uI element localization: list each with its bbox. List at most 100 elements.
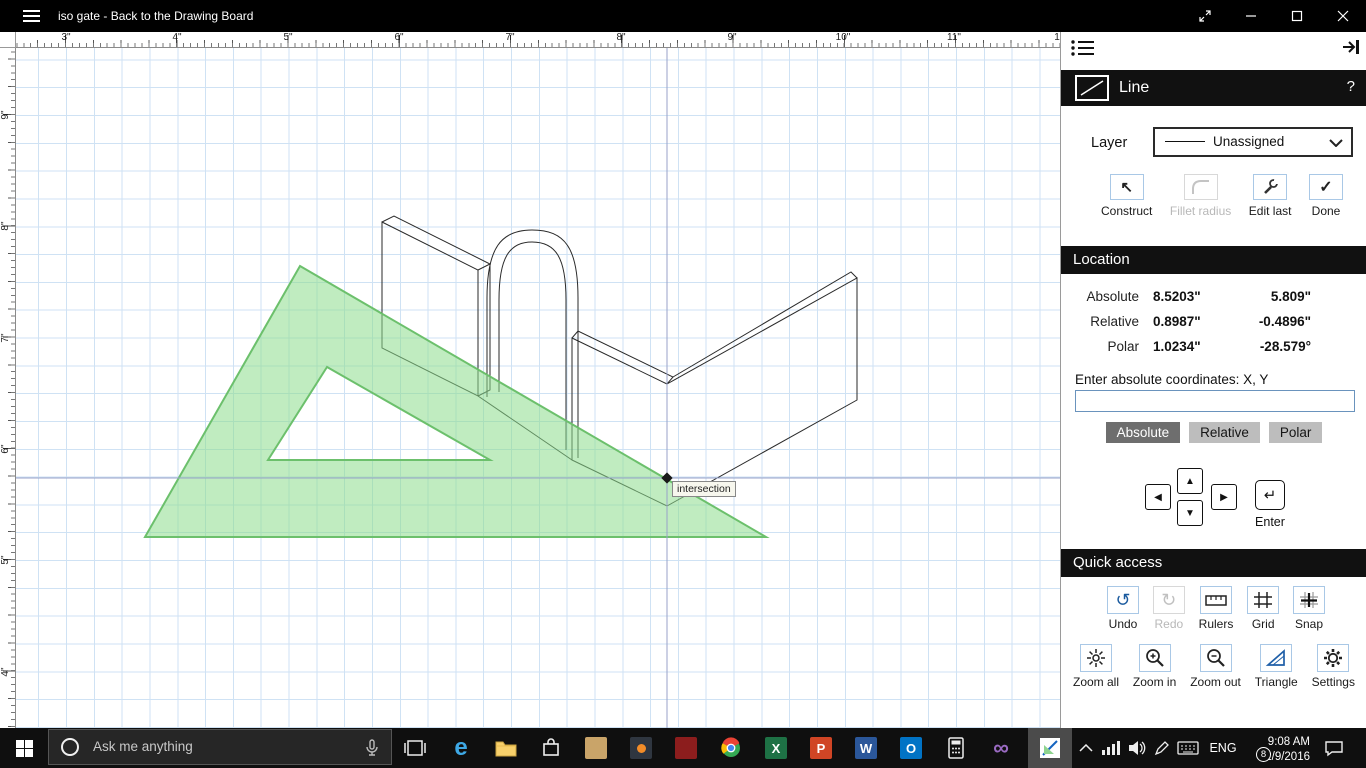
tray-overflow-button[interactable] <box>1074 732 1098 764</box>
enter-label: Enter <box>1247 515 1293 529</box>
nudge-down-button[interactable]: ▼ <box>1177 500 1203 526</box>
fullscreen-button[interactable] <box>1182 0 1228 32</box>
coordinate-mode-buttons: Absolute Relative Polar <box>1061 422 1366 443</box>
grid-icon <box>1252 590 1274 610</box>
nudge-right-button[interactable]: ▶ <box>1211 484 1237 510</box>
language-indicator[interactable]: ENG <box>1206 741 1240 755</box>
action-center-icon <box>1324 739 1344 757</box>
maximize-button[interactable] <box>1274 0 1320 32</box>
location-header: Location <box>1061 246 1366 274</box>
word-button[interactable]: W <box>850 732 882 764</box>
done-button[interactable]: ✓ Done <box>1309 174 1343 218</box>
store-bag-icon <box>541 737 561 759</box>
nudge-up-button[interactable]: ▲ <box>1177 468 1203 494</box>
nudge-left-button[interactable]: ◀ <box>1145 484 1171 510</box>
redo-icon: ↻ <box>1161 591 1176 609</box>
outlook-icon: O <box>900 737 922 759</box>
ruler-label: 5" <box>278 32 298 43</box>
chevron-up-icon <box>1079 744 1093 752</box>
ruler-corner <box>0 32 16 48</box>
zoom-in-icon <box>1144 647 1166 669</box>
visual-studio-icon: ∞ <box>993 737 1009 759</box>
triangle-button[interactable]: Triangle <box>1255 644 1298 689</box>
ruler-label: 6" <box>0 440 12 458</box>
app-button-6[interactable] <box>625 732 657 764</box>
ruler-label: 9" <box>722 32 742 43</box>
polar-mode-button[interactable]: Polar <box>1269 422 1323 443</box>
volume-button[interactable] <box>1124 732 1150 764</box>
network-signal-icon <box>1101 740 1121 756</box>
enter-button[interactable]: ↵ <box>1255 480 1285 510</box>
grid-button[interactable]: Grid <box>1247 586 1279 631</box>
network-button[interactable] <box>1098 732 1124 764</box>
wrench-icon <box>1260 177 1280 197</box>
triangle-icon <box>1265 648 1287 668</box>
ruler-label: 5" <box>0 551 12 569</box>
ruler-label: 4" <box>0 663 12 681</box>
maximize-icon <box>1291 10 1303 22</box>
excel-button[interactable]: X <box>760 732 792 764</box>
app-button-7[interactable] <box>670 732 702 764</box>
app-menu-icon[interactable] <box>8 0 54 32</box>
tool-buttons-row: ↖ Construct Fillet radius Edit last ✓ Do… <box>1061 174 1366 218</box>
chrome-icon <box>720 737 742 759</box>
layer-dropdown[interactable]: Unassigned <box>1153 127 1353 157</box>
file-explorer-button[interactable] <box>490 732 522 764</box>
edge-button[interactable]: e <box>445 732 477 764</box>
app-icon-7 <box>675 737 697 759</box>
edit-last-button[interactable]: Edit last <box>1249 174 1292 218</box>
cortana-icon <box>61 738 79 756</box>
minimize-button[interactable] <box>1228 0 1274 32</box>
coordinates-input[interactable] <box>1075 390 1355 412</box>
settings-button[interactable]: Settings <box>1312 644 1355 689</box>
store-button[interactable] <box>535 732 567 764</box>
zoom-in-button[interactable]: Zoom in <box>1133 644 1176 689</box>
ruler-label: 10" <box>833 32 853 43</box>
close-button[interactable] <box>1320 0 1366 32</box>
location-row-polar: Polar1.0234"-28.579° <box>1061 334 1366 359</box>
task-view-button[interactable] <box>399 732 431 764</box>
ruler-label: 9" <box>0 106 12 124</box>
pen-button[interactable] <box>1150 732 1174 764</box>
layer-label: Layer <box>1091 135 1127 151</box>
help-button[interactable]: ? <box>1347 78 1355 95</box>
absolute-mode-button[interactable]: Absolute <box>1106 422 1181 443</box>
sticky-notes-button[interactable] <box>580 732 612 764</box>
rulers-button[interactable]: Rulers <box>1199 586 1234 631</box>
touch-keyboard-button[interactable] <box>1174 732 1202 764</box>
action-center-button[interactable] <box>1320 732 1348 764</box>
undo-button[interactable]: ↺ Undo <box>1107 586 1139 631</box>
drawing-canvas[interactable]: intersection <box>16 48 1060 728</box>
chrome-button[interactable] <box>715 732 747 764</box>
active-tool-title: Line <box>1119 79 1149 97</box>
drawing-board-app-icon <box>1039 737 1061 759</box>
redo-button[interactable]: ↻ Redo <box>1153 586 1185 631</box>
start-button[interactable] <box>0 728 48 768</box>
line-tool-icon <box>1075 75 1109 101</box>
zoom-all-button[interactable]: Zoom all <box>1073 644 1119 689</box>
zoom-out-button[interactable]: Zoom out <box>1190 644 1241 689</box>
relative-mode-button[interactable]: Relative <box>1189 422 1260 443</box>
snap-button[interactable]: Snap <box>1293 586 1325 631</box>
excel-icon: X <box>765 737 787 759</box>
fillet-radius-icon <box>1190 177 1212 197</box>
snap-tooltip: intersection <box>672 481 736 497</box>
snap-icon <box>1298 590 1320 610</box>
arrow-right-icon: ▶ <box>1220 492 1228 503</box>
calculator-button[interactable] <box>940 732 972 764</box>
cortana-search-box[interactable]: Ask me anything <box>48 729 392 765</box>
microphone-icon[interactable] <box>365 739 379 757</box>
panel-menu-icon[interactable] <box>1069 36 1097 65</box>
visual-studio-button[interactable]: ∞ <box>985 732 1017 764</box>
location-readout: Absolute8.5203"5.809" Relative0.8987"-0.… <box>1061 284 1366 359</box>
zoom-out-icon <box>1205 647 1227 669</box>
outlook-button[interactable]: O <box>895 732 927 764</box>
active-app-button[interactable] <box>1028 728 1072 768</box>
powerpoint-button[interactable]: P <box>805 732 837 764</box>
construct-button[interactable]: ↖ Construct <box>1101 174 1152 218</box>
clock[interactable]: 9:08 AM 12/9/2016 <box>1240 735 1310 764</box>
ruler-label: 11" <box>944 32 964 43</box>
dock-panel-icon[interactable] <box>1341 38 1361 61</box>
fillet-radius-button[interactable]: Fillet radius <box>1170 174 1231 218</box>
iso-gate-drawing <box>16 48 1060 728</box>
